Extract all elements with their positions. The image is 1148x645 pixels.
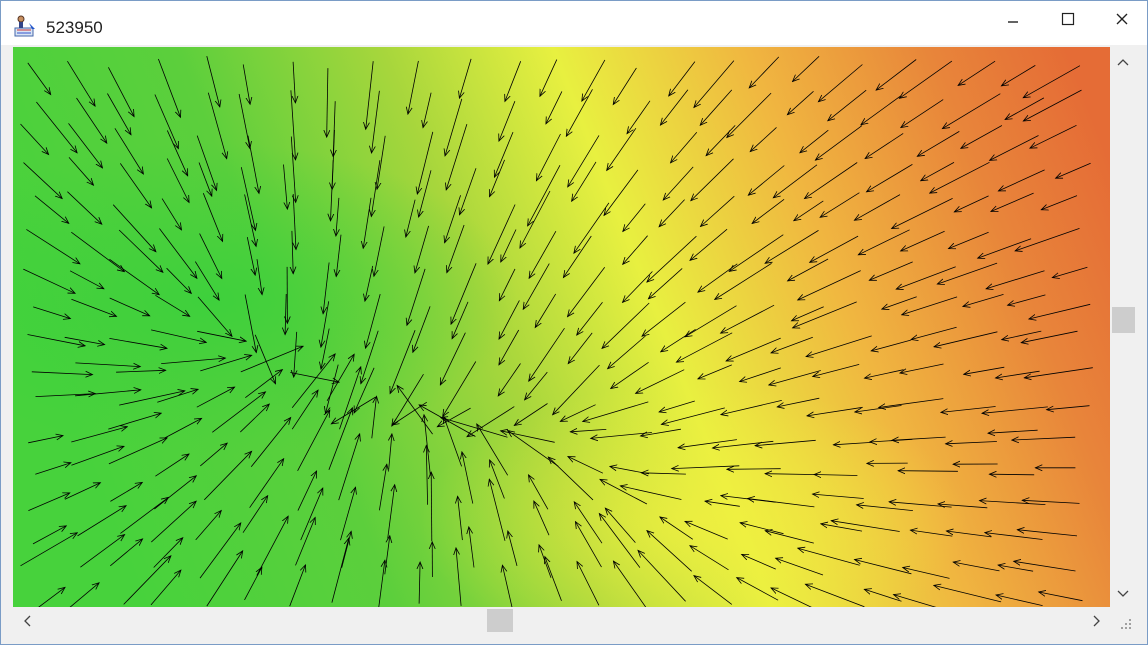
vertical-scrollbar[interactable] bbox=[1110, 47, 1137, 607]
chevron-right-icon bbox=[1093, 615, 1100, 627]
resize-grip-icon[interactable] bbox=[1115, 613, 1133, 631]
app-window: 523950 bbox=[0, 0, 1148, 645]
scroll-left-button[interactable] bbox=[17, 611, 37, 631]
ridge-shade bbox=[13, 47, 1110, 607]
scroll-down-button[interactable] bbox=[1113, 584, 1133, 604]
horizontal-scrollbar[interactable] bbox=[13, 607, 1110, 634]
scroll-right-button[interactable] bbox=[1087, 611, 1107, 631]
chevron-up-icon bbox=[1117, 59, 1129, 66]
terrain-map-canvas[interactable] bbox=[13, 47, 1110, 607]
map-tool-app-icon[interactable] bbox=[13, 14, 37, 38]
horizontal-scroll-thumb[interactable] bbox=[487, 609, 513, 632]
scroll-up-button[interactable] bbox=[1113, 52, 1133, 72]
chevron-left-icon bbox=[24, 615, 31, 627]
close-button[interactable] bbox=[1095, 1, 1148, 37]
chevron-down-icon bbox=[1117, 590, 1129, 597]
minimize-icon bbox=[1008, 21, 1018, 23]
elevation-flow-map[interactable] bbox=[13, 47, 1110, 607]
title-bar[interactable]: 523950 bbox=[1, 1, 1147, 45]
minimize-button[interactable] bbox=[986, 1, 1040, 37]
vertical-scroll-thumb[interactable] bbox=[1112, 307, 1135, 333]
window-title: 523950 bbox=[46, 18, 103, 37]
maximize-button[interactable] bbox=[1041, 1, 1095, 37]
maximize-icon bbox=[1061, 12, 1075, 26]
close-icon bbox=[1116, 13, 1128, 25]
